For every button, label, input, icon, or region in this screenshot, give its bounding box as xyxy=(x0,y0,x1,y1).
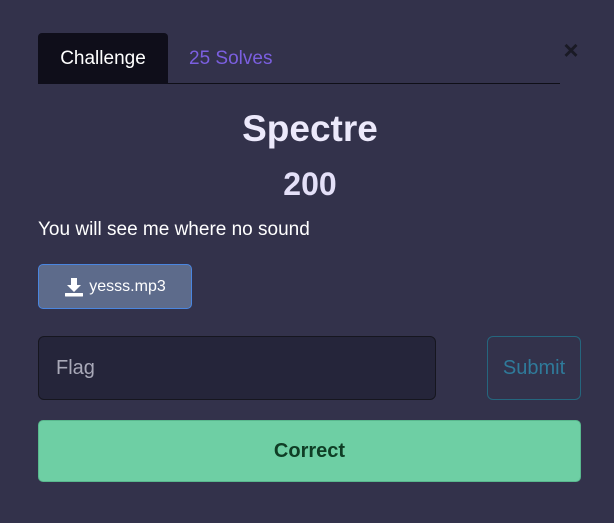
challenge-modal: × Challenge 25 Solves Spectre 200 You wi… xyxy=(0,0,614,523)
file-download-button[interactable]: yesss.mp3 xyxy=(38,264,192,309)
download-icon xyxy=(64,277,84,297)
tab-challenge[interactable]: Challenge xyxy=(38,33,168,84)
tab-solves[interactable]: 25 Solves xyxy=(189,33,272,84)
challenge-description: You will see me where no sound xyxy=(38,219,310,240)
challenge-title: Spectre xyxy=(242,108,378,149)
submit-button[interactable]: Submit xyxy=(487,336,581,400)
challenge-points: 200 xyxy=(283,166,337,202)
flag-input[interactable] xyxy=(38,336,436,400)
result-status-banner: Correct xyxy=(38,420,581,482)
tab-bar: Challenge 25 Solves xyxy=(38,33,560,84)
close-button[interactable]: × xyxy=(558,36,584,64)
file-download-label: yesss.mp3 xyxy=(89,277,166,295)
